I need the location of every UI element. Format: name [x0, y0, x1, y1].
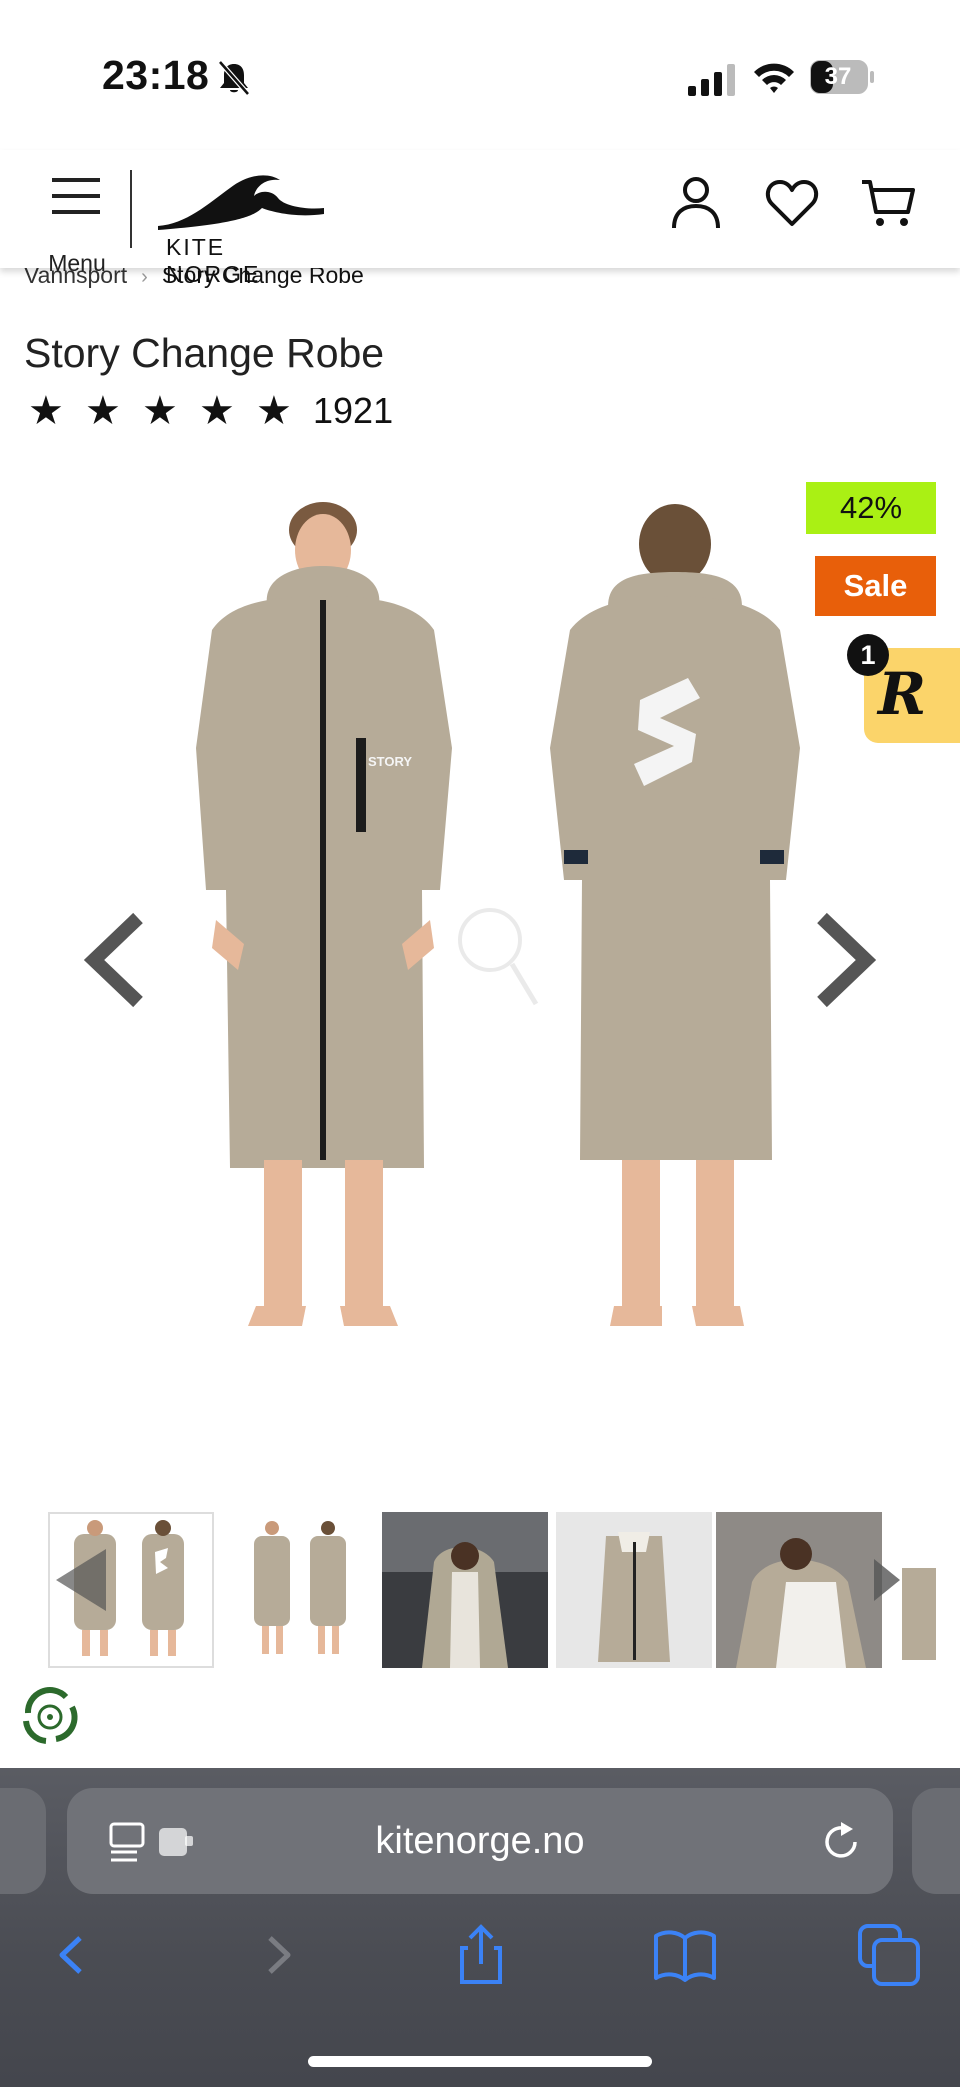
- thumbnail-item[interactable]: [716, 1512, 882, 1668]
- back-icon[interactable]: [36, 1920, 106, 1990]
- star-icon: ★: [256, 389, 292, 433]
- thumbnail-item[interactable]: [222, 1512, 388, 1668]
- previous-tab-preview[interactable]: [0, 1788, 46, 1894]
- product-rating[interactable]: ★ ★ ★ ★ ★ 1921: [28, 390, 393, 432]
- tabs-icon[interactable]: [854, 1920, 924, 1990]
- review-count: 1921: [313, 390, 394, 431]
- account-icon[interactable]: [668, 174, 724, 230]
- thumbnail-item[interactable]: [382, 1512, 548, 1668]
- recycle-icon[interactable]: [16, 1683, 84, 1751]
- thumbnail-prev-arrow-icon[interactable]: [52, 1545, 112, 1615]
- cart-icon[interactable]: [860, 174, 916, 230]
- hamburger-icon: [52, 178, 100, 214]
- thumbnail-strip: [0, 1512, 960, 1682]
- image-next-arrow-icon[interactable]: [810, 910, 880, 1010]
- product-title: Story Change Robe: [24, 330, 385, 376]
- home-indicator: [308, 2056, 652, 2067]
- forward-icon[interactable]: [244, 1920, 314, 1990]
- battery-level: 37: [824, 63, 852, 90]
- zoom-icon: [458, 908, 539, 1006]
- star-icon: ★: [85, 389, 121, 433]
- star-icon: ★: [199, 389, 235, 433]
- status-bar: 23:18 37: [0, 0, 960, 150]
- next-tab-preview[interactable]: [912, 1788, 960, 1894]
- rewards-logo: R: [878, 660, 927, 728]
- url-text: kitenorge.no: [375, 1820, 585, 1862]
- bookmarks-icon[interactable]: [650, 1920, 720, 1990]
- reload-icon[interactable]: [819, 1820, 863, 1864]
- wishlist-heart-icon[interactable]: [764, 174, 820, 230]
- breadcrumb-separator-icon: ›: [141, 266, 148, 288]
- site-header: Menu KITE NORGE: [0, 150, 960, 287]
- share-icon[interactable]: [446, 1920, 516, 1990]
- battery-icon: 37: [810, 60, 876, 94]
- wifi-icon: [754, 63, 794, 93]
- image-prev-arrow-icon[interactable]: [80, 910, 150, 1010]
- robe-back-view: [550, 504, 800, 1326]
- sale-badge: Sale: [815, 556, 936, 616]
- logo-text: KITE NORGE: [166, 234, 261, 287]
- site-logo[interactable]: KITE NORGE: [156, 168, 326, 287]
- thumbnail-next-arrow-icon[interactable]: [870, 1545, 910, 1615]
- address-bar[interactable]: kitenorge.no: [67, 1788, 893, 1894]
- menu-label: Menu: [48, 250, 106, 276]
- menu-button[interactable]: Menu: [36, 172, 118, 276]
- robe-front-view: STORY: [196, 502, 452, 1326]
- header-divider: [130, 170, 132, 248]
- star-icon: ★: [28, 389, 64, 433]
- thumbnail-item[interactable]: [556, 1512, 722, 1668]
- cellular-signal-icon: [688, 64, 735, 96]
- robe-brand-text: STORY: [368, 754, 412, 769]
- discount-badge: 42%: [806, 482, 936, 534]
- wave-logo-icon: [158, 175, 324, 230]
- star-icon: ★: [142, 389, 178, 433]
- browser-toolbar: kitenorge.no: [0, 1768, 960, 2087]
- product-page: 23:18 37 Menu KITE NORGE Vannsport › Sto…: [0, 0, 960, 2087]
- rewards-notification-badge: 1: [847, 634, 889, 676]
- status-time: 23:18: [102, 52, 210, 98]
- bell-muted-icon: [218, 60, 250, 96]
